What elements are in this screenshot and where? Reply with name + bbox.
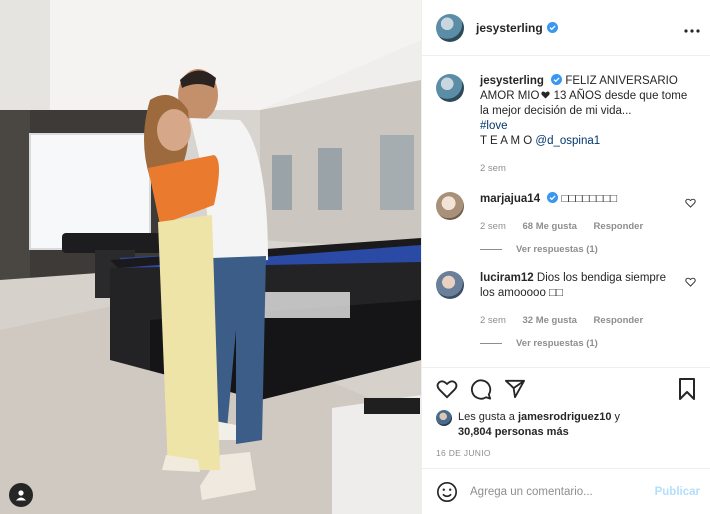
user-tags-button[interactable] — [9, 483, 33, 507]
view-replies-button[interactable]: Ver respuestas (1) — [480, 338, 696, 349]
verified-badge-icon — [546, 22, 558, 33]
heart-icon — [436, 380, 458, 399]
comment-time[interactable]: 2 sem — [480, 315, 506, 326]
comment-username[interactable]: luciram12 — [480, 272, 534, 284]
verified-badge-icon — [547, 192, 559, 203]
comment-username[interactable]: marjajua14 — [480, 193, 540, 205]
view-replies-label: Ver respuestas (1) — [516, 244, 598, 255]
comment-input[interactable] — [470, 485, 655, 498]
comment-body: luciram12 Dios los bendiga siempre los a… — [480, 271, 696, 328]
comment-like-heart-icon[interactable] — [685, 198, 696, 208]
post-photo[interactable] — [0, 0, 421, 514]
post-date[interactable]: 16 DE JUNIO — [436, 448, 696, 458]
comment-item: marjajua14 □□□□□□□□ 2 sem 68 Me gusta Re… — [436, 192, 696, 234]
paper-plane-icon — [504, 379, 525, 399]
replies-divider-line — [480, 343, 502, 344]
replies-divider-line — [480, 249, 502, 250]
add-comment-bar: Publicar — [422, 468, 710, 514]
comment-body: marjajua14 □□□□□□□□ 2 sem 68 Me gusta Re… — [480, 192, 696, 234]
post-header: jesysterling — [422, 0, 710, 56]
couple-photo-image — [0, 0, 421, 514]
post-caption: jesysterling FELIZ ANIVERSARIO AMOR MIO … — [436, 74, 696, 176]
comment-likes-count[interactable]: 68 Me gusta — [523, 221, 577, 232]
emoji-smiley-icon — [437, 481, 457, 502]
likes-summary: Les gusta a jamesrodriguez10 y 30,804 pe… — [436, 410, 696, 440]
bookmark-icon — [679, 378, 695, 400]
view-replies-label: Ver respuestas (1) — [516, 338, 598, 349]
caption-username[interactable]: jesysterling — [480, 75, 544, 87]
comment-meta: 2 sem 32 Me gusta Responder — [480, 313, 672, 328]
user-tags-icon — [16, 490, 26, 501]
comment-bubble-icon — [471, 379, 492, 400]
commenter-avatar[interactable] — [436, 192, 464, 220]
comment-likes-count[interactable]: 32 Me gusta — [523, 315, 577, 326]
save-button[interactable] — [678, 378, 696, 400]
comments-list[interactable]: jesysterling FELIZ ANIVERSARIO AMOR MIO … — [422, 56, 710, 367]
comment-text: □□□□□□□□ — [561, 193, 618, 205]
likes-prefix: Les gusta a — [458, 411, 518, 423]
caption-hashtag[interactable]: #love — [480, 120, 508, 132]
likes-text: Les gusta a jamesrodriguez10 y 30,804 pe… — [458, 410, 620, 440]
share-button[interactable] — [504, 379, 526, 399]
caption-meta: 2 sem — [480, 161, 696, 176]
more-options-button[interactable] — [684, 20, 700, 36]
commenter-avatar[interactable] — [436, 271, 464, 299]
comment-button[interactable] — [470, 378, 492, 400]
author-username[interactable]: jesysterling — [476, 21, 543, 35]
comment-time[interactable]: 2 sem — [480, 221, 506, 232]
instagram-post: jesysterling jesysterling FELIZ ANIVERSA… — [0, 0, 710, 514]
caption-avatar[interactable] — [436, 74, 464, 102]
emoji-button[interactable] — [436, 481, 458, 503]
liker-avatar[interactable] — [436, 410, 452, 426]
more-options-icon — [684, 28, 700, 33]
comment-like-heart-icon[interactable] — [685, 277, 696, 287]
reply-button[interactable]: Responder — [594, 221, 644, 232]
author-avatar[interactable] — [436, 13, 464, 42]
like-button[interactable] — [436, 379, 458, 399]
comment-meta: 2 sem 68 Me gusta Responder — [480, 219, 672, 234]
action-icons-row — [436, 376, 696, 402]
caption-body: jesysterling FELIZ ANIVERSARIO AMOR MIO … — [480, 74, 696, 176]
caption-text-3: T E A M O — [480, 135, 536, 147]
post-side-panel: jesysterling jesysterling FELIZ ANIVERSA… — [421, 0, 710, 514]
post-actions: Les gusta a jamesrodriguez10 y 30,804 pe… — [422, 367, 710, 468]
comment-item: luciram12 Dios los bendiga siempre los a… — [436, 271, 696, 328]
verified-badge-icon — [551, 74, 563, 85]
likes-connector: y — [611, 411, 621, 423]
liker-username[interactable]: jamesrodriguez10 — [518, 411, 612, 423]
caption-mention[interactable]: @d_ospina1 — [535, 135, 600, 147]
publish-button[interactable]: Publicar — [655, 486, 700, 498]
caption-time[interactable]: 2 sem — [480, 163, 506, 174]
likes-count[interactable]: 30,804 personas más — [458, 426, 569, 438]
reply-button[interactable]: Responder — [594, 315, 644, 326]
view-replies-button[interactable]: Ver respuestas (1) — [480, 244, 696, 255]
